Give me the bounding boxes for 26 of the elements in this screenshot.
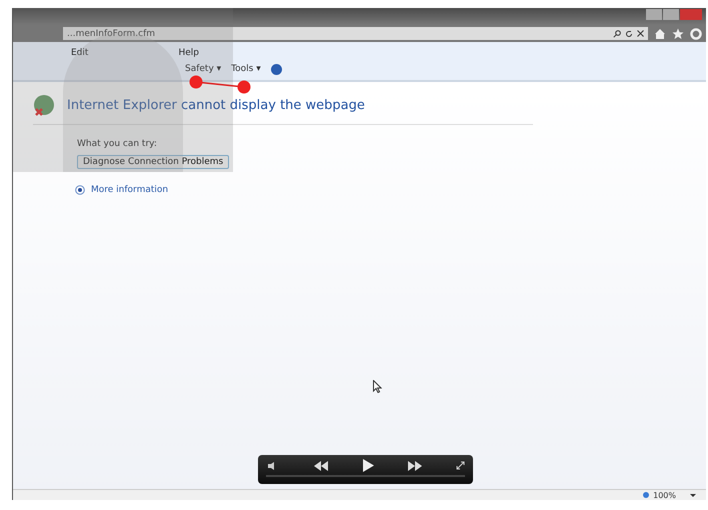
play-icon[interactable] [362, 459, 374, 472]
annotation-drawing [189, 74, 251, 96]
refresh-icon[interactable] [625, 30, 633, 38]
mouse-cursor-icon [373, 380, 382, 393]
zoom-level[interactable]: 100% [653, 490, 676, 500]
fast-forward-icon[interactable] [408, 460, 422, 470]
close-icon[interactable] [637, 30, 644, 37]
error-heading: Internet Explorer cannot display the webpage [67, 98, 365, 112]
suggestion-text: What you can try: [77, 139, 157, 149]
more-information-link[interactable]: More information [91, 185, 168, 195]
star-icon[interactable] [672, 28, 684, 40]
home-icon[interactable] [654, 28, 666, 40]
search-icon[interactable] [613, 30, 621, 38]
menu-item[interactable]: Edit [71, 48, 88, 58]
video-player-controls[interactable] [258, 455, 473, 484]
command-menu[interactable]: Tools ▾ [231, 64, 261, 74]
window-controls-icon[interactable] [646, 9, 702, 20]
rewind-icon[interactable] [314, 460, 328, 470]
expand-icon[interactable] [75, 185, 85, 195]
fullscreen-icon[interactable] [456, 461, 465, 470]
menu-item[interactable]: Help [178, 48, 199, 58]
dropdown-arrow-icon[interactable] [690, 494, 696, 496]
address-field[interactable]: ...menInfoForm.cfm [63, 27, 648, 40]
zoom-icon[interactable] [642, 490, 652, 500]
diagnose-button[interactable]: Diagnose Connection Problems [77, 155, 230, 169]
command-menu[interactable]: Safety ▾ [185, 64, 222, 74]
